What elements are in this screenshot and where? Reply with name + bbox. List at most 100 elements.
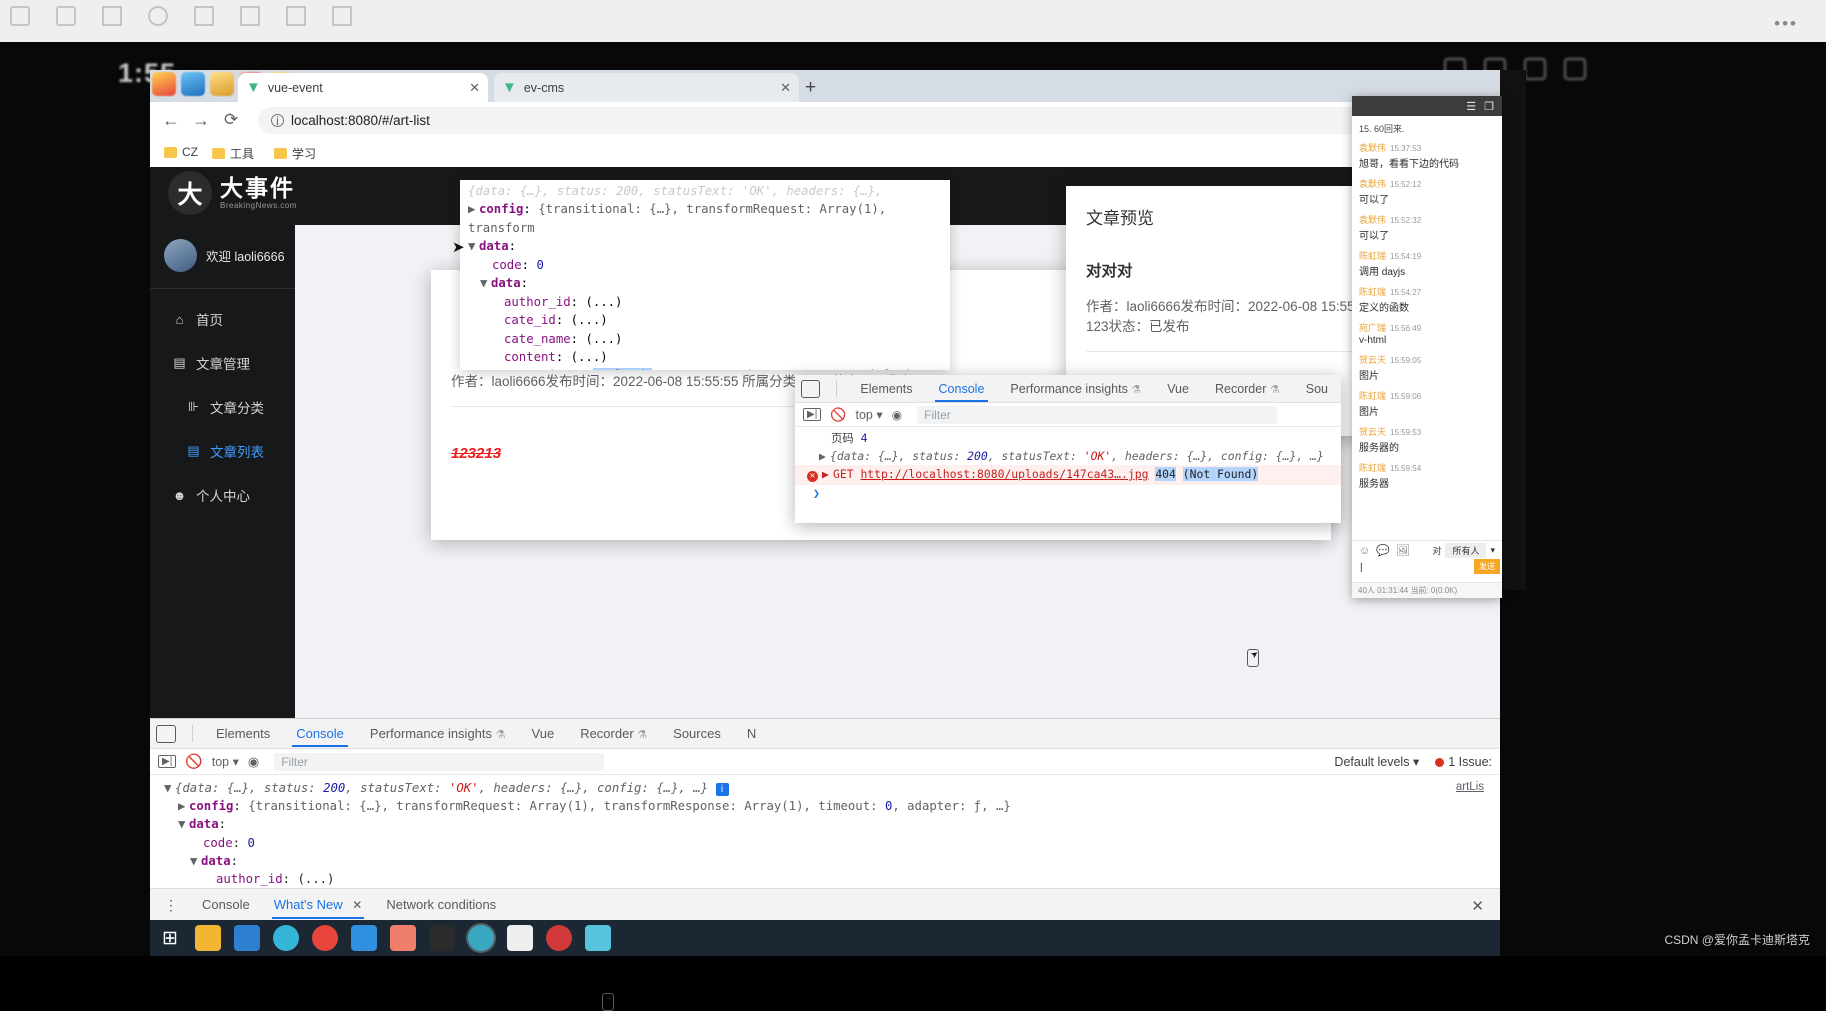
console-filter-input[interactable]: Filter	[274, 752, 605, 771]
file-explorer-icon[interactable]	[194, 925, 221, 951]
edge-icon[interactable]	[272, 925, 299, 951]
qq-time: 15:52:12	[1390, 180, 1422, 189]
bookmark-label: 学习	[292, 147, 317, 161]
drawer-tab-network-conditions[interactable]: Network conditions	[374, 890, 508, 919]
tab-performance-insights[interactable]: Performance insights ⚗	[357, 720, 519, 747]
bookmark-cz[interactable]: CZ	[164, 145, 198, 159]
tab-vue[interactable]: Vue	[519, 720, 568, 747]
document-icon: ▤	[173, 355, 186, 370]
app-salmon-icon[interactable]	[389, 925, 416, 951]
close-icon[interactable]: ✕	[762, 80, 791, 96]
emoji-icon[interactable]: ☺	[1359, 545, 1370, 557]
forward-button[interactable]: →	[192, 110, 210, 131]
clear-console-icon[interactable]: 🚫	[830, 407, 846, 423]
console-source-link[interactable]: artLis	[1456, 779, 1484, 796]
qq-text: 可以了	[1359, 195, 1389, 206]
tab-recorder[interactable]: Recorder ⚗	[1202, 376, 1293, 402]
tab-performance-insights[interactable]: Performance insights ⚗	[997, 376, 1154, 402]
inspect-element-icon[interactable]	[602, 993, 614, 1011]
live-expressions-icon[interactable]: ◉	[892, 408, 902, 422]
tab-network[interactable]: N	[734, 720, 769, 747]
sidebar-item-article-manage[interactable]: ▤ 文章管理	[150, 341, 295, 385]
qq-text: 调用 dayjs	[1359, 267, 1406, 278]
qq-sender: 宛广瑞	[1359, 323, 1387, 333]
browser-active-icon[interactable]	[467, 925, 494, 951]
extension-icon-2[interactable]	[181, 72, 205, 96]
tab-console[interactable]: Console	[283, 720, 357, 747]
tab-console[interactable]: Console	[926, 376, 998, 402]
bookmark-tools[interactable]: 工具	[212, 145, 254, 162]
back-button[interactable]: ←	[162, 110, 180, 131]
console-sidebar-icon[interactable]: ▶|	[158, 755, 177, 768]
window-icon[interactable]: ❐	[1484, 100, 1494, 113]
tab-label: Performance insights	[1010, 381, 1128, 396]
drawer-tab-console[interactable]: Console	[190, 890, 262, 919]
shake-icon[interactable]: 💬	[1376, 544, 1390, 557]
tab-elements[interactable]: Elements	[847, 376, 925, 402]
tab-sources[interactable]: Sources	[660, 720, 734, 747]
context-selector[interactable]: top ▾	[855, 407, 882, 422]
error-dot-icon	[1435, 757, 1445, 767]
console-line: ▼ data:	[190, 853, 239, 868]
tab-vue[interactable]: Vue	[1154, 376, 1202, 402]
sidebar-item-article-list[interactable]: ▤ 文章列表	[150, 429, 295, 473]
console-filter-input[interactable]: Filter	[917, 405, 1278, 424]
sidebar-item-profile[interactable]: ☻ 个人中心	[150, 473, 295, 517]
image-icon[interactable]: 🖼	[1396, 544, 1410, 557]
tab-recorder[interactable]: Recorder ⚗	[567, 720, 660, 747]
typora-icon[interactable]	[506, 925, 533, 951]
sidebar-item-home[interactable]: ⌂ 首页	[150, 297, 295, 341]
console-sidebar-icon[interactable]: ▶|	[803, 408, 822, 421]
context-selector[interactable]: top ▾	[212, 754, 239, 769]
tab-sources[interactable]: Sou	[1293, 376, 1341, 402]
drawer-close-icon[interactable]: ✕	[1471, 897, 1484, 915]
tab-elements[interactable]: Elements	[203, 720, 283, 747]
edit-icon	[332, 6, 352, 26]
qq-message-list[interactable]: 15. 60回来. 袁默伟 15:37:53 旭哥，看看下边的代码 袁默伟 15:5…	[1352, 116, 1502, 490]
drawer-tab-label: What's New	[273, 897, 343, 912]
bookmark-study[interactable]: 学习	[274, 145, 316, 162]
opera-icon[interactable]	[545, 925, 572, 951]
start-button-icon[interactable]: ⊞	[158, 929, 182, 948]
folder-icon	[164, 146, 177, 158]
log-levels-dropdown[interactable]: Default levels ▾	[1334, 754, 1419, 769]
browser-tab-ev-cms[interactable]: ▼ ev-cms ✕	[494, 73, 799, 102]
app-blue-icon[interactable]	[350, 925, 377, 951]
extension-icon-1[interactable]	[152, 72, 176, 96]
qq-toolbar: ☺ 💬 🖼 对 所有人 ▾	[1352, 540, 1502, 560]
vscode-icon[interactable]	[233, 925, 260, 951]
device-toolbar-icon[interactable]	[156, 724, 176, 743]
clear-console-icon[interactable]: 🚫	[185, 753, 202, 770]
more-options-icon[interactable]: ⋮	[160, 898, 190, 912]
inspect-element-icon[interactable]	[1247, 649, 1259, 667]
extension-icon-3[interactable]	[210, 72, 234, 96]
avatar	[164, 239, 197, 272]
close-icon[interactable]: ✕	[352, 898, 362, 912]
folder-icon	[212, 148, 225, 159]
qq-recipient-selector[interactable]: 对 所有人 ▾	[1432, 543, 1495, 558]
close-icon[interactable]: ✕	[451, 80, 480, 96]
error-url[interactable]: http://localhost:8080/uploads/147ca43….j…	[860, 467, 1148, 481]
background-app-sliver	[1500, 70, 1526, 590]
qq-send-button[interactable]: 发送	[1474, 559, 1500, 574]
reload-button[interactable]: ⟳	[224, 110, 238, 130]
chrome-icon[interactable]	[311, 925, 338, 951]
console-overlay-top: {data: {…}, status: 200, statusText: 'OK…	[460, 180, 950, 370]
browser-tab-vue-event[interactable]: ▼ vue-event ✕	[238, 73, 488, 102]
sidebar-item-article-category[interactable]: ⊪ 文章分类	[150, 385, 295, 429]
new-tab-button[interactable]: +	[805, 77, 816, 99]
qq-message: 宛广瑞 15:56:49 v-html	[1359, 321, 1495, 346]
sidebar-item-label: 文章列表	[210, 445, 264, 460]
qq-message: 贺云天 15:59:53 服务器的	[1359, 425, 1495, 454]
issues-counter[interactable]: 1 Issue:	[1435, 755, 1492, 769]
drawer-tab-whats-new[interactable]: What's New ✕	[262, 890, 375, 919]
live-expressions-icon[interactable]: ◉	[248, 754, 259, 770]
qq-message: 陈虹瑞 15:54:27 定义的函数	[1359, 285, 1495, 314]
terminal-icon[interactable]	[428, 925, 455, 951]
cloud-icon[interactable]	[584, 925, 611, 951]
menu-icon[interactable]: ☰	[1466, 100, 1476, 113]
qq-time: 15:54:19	[1390, 252, 1422, 261]
console-prompt[interactable]: ❯	[807, 485, 1341, 503]
device-toolbar-icon[interactable]	[801, 379, 821, 398]
qq-text: 可以了	[1359, 231, 1389, 242]
